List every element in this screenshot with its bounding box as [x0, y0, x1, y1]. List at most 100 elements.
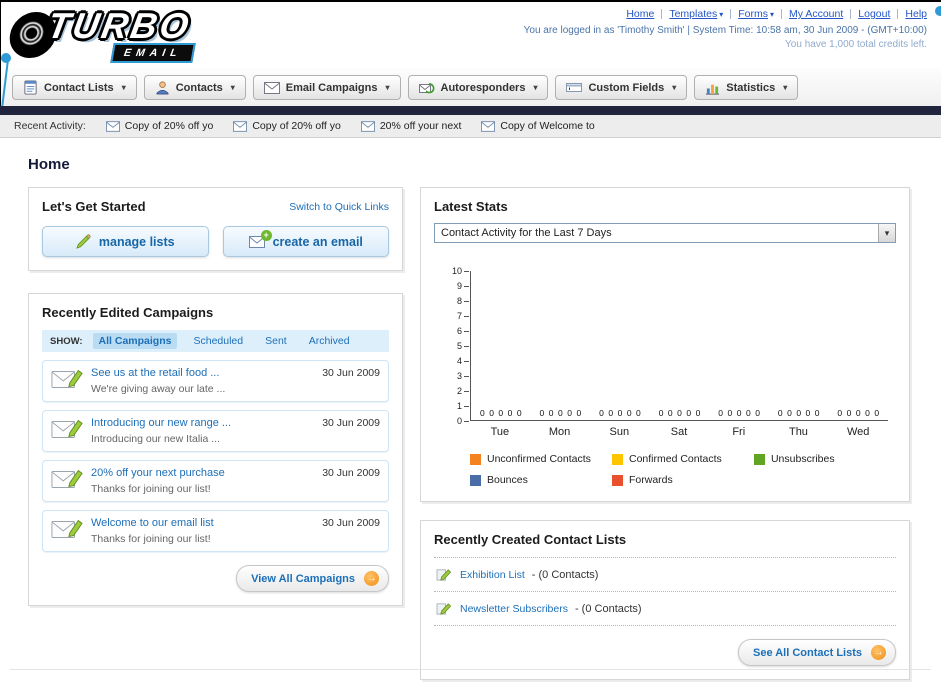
campaign-title-link[interactable]: See us at the retail food ... — [91, 367, 314, 379]
filter-archived[interactable]: Archived — [303, 333, 356, 349]
manage-lists-button[interactable]: manage lists — [42, 226, 209, 257]
legend-item: Bounces — [470, 474, 612, 486]
chevron-down-icon: ▾ — [533, 83, 538, 92]
top-link-home[interactable]: Home — [626, 8, 654, 20]
legend-swatch — [611, 474, 623, 486]
getting-started-title: Let's Get Started — [42, 199, 146, 214]
legend-item: Unconfirmed Contacts — [470, 453, 612, 465]
chevron-down-icon: ▾ — [121, 83, 126, 92]
divider — [661, 9, 663, 19]
divider — [850, 9, 852, 19]
legend-swatch — [470, 474, 481, 486]
chart-y-axis: 10 9 8 7 6 5 4 3 2 1 0 — [440, 266, 469, 426]
activity-item-label: Copy of Welcome to — [500, 120, 595, 132]
campaign-title-link[interactable]: Welcome to our email list — [91, 517, 314, 529]
recent-activity-item[interactable]: Copy of 20% off yo — [105, 120, 214, 132]
chevron-down-icon: ▾ — [230, 83, 235, 92]
chart-column: 00000 — [531, 271, 591, 420]
chart-column: 00000 — [709, 271, 769, 420]
activity-item-label: Copy of 20% off yo — [124, 120, 214, 132]
campaign-subtitle: Introducing our new Italia ... — [91, 433, 220, 445]
edit-campaign-icon — [51, 469, 83, 488]
legend-swatch — [611, 453, 623, 465]
login-info: You are logged in as 'Timothy Smith' | S… — [523, 25, 927, 36]
campaigns-filter-bar: SHOW: All Campaigns Scheduled Sent Archi… — [42, 330, 389, 352]
chart-x-axis: Tue Mon Sun Sat Fri Thu Wed — [470, 426, 888, 438]
edit-list-icon — [436, 569, 452, 581]
chevron-down-icon: ▾ — [769, 9, 774, 19]
campaign-title-link[interactable]: 20% off your next purchase — [91, 467, 314, 479]
page-title: Home — [28, 156, 70, 173]
y-axis-tick: 4 — [457, 356, 469, 366]
contact-list-link[interactable]: Newsletter Subscribers — [460, 603, 568, 615]
recent-contact-lists-panel: Recently Created Contact Lists Exhibitio… — [420, 520, 910, 680]
bar-value-labels: 00000 — [539, 408, 582, 418]
top-link-my-account[interactable]: My Account — [789, 8, 843, 20]
contact-list-row: Exhibition List - (0 Contacts) — [434, 558, 896, 592]
latest-stats-panel: Latest Stats Contact Activity for the La… — [420, 187, 910, 502]
getting-started-panel: Let's Get Started Switch to Quick Links … — [28, 187, 403, 271]
envelope-icon — [360, 120, 375, 132]
chevron-down-icon: ▾ — [719, 9, 724, 19]
see-all-contact-lists-button[interactable]: See All Contact Lists → — [737, 639, 896, 666]
campaign-subtitle: Thanks for joining our list! — [91, 533, 211, 545]
chart-column: 00000 — [828, 271, 888, 420]
contact-list-count: - (0 Contacts) — [531, 568, 599, 581]
email-campaigns-icon — [263, 81, 280, 94]
y-axis-tick: 8 — [457, 296, 469, 306]
tab-statistics[interactable]: Statistics ▾ — [694, 75, 799, 100]
top-link-help[interactable]: Help — [905, 8, 927, 20]
recent-activity-label: Recent Activity: — [14, 120, 86, 132]
recent-activity-item[interactable]: Copy of 20% off yo — [233, 120, 341, 132]
window-edge — [0, 2, 1, 106]
view-all-campaigns-button[interactable]: View All Campaigns → — [236, 565, 389, 592]
tab-contact-lists[interactable]: Contact Lists ▾ — [12, 75, 137, 100]
campaign-title-link[interactable]: Introducing our new range ... — [91, 417, 314, 429]
top-link-templates[interactable]: Templates — [669, 8, 717, 20]
contact-activity-chart: 10 9 8 7 6 5 4 3 2 1 0 000000000000000000000000000… — [452, 266, 888, 438]
tab-email-campaigns[interactable]: Email Campaigns ▾ — [252, 75, 401, 100]
create-email-button[interactable]: + create an email — [222, 226, 389, 257]
tab-autoresponders[interactable]: Autoresponders ▾ — [407, 75, 549, 100]
manage-lists-label: manage lists — [98, 234, 175, 249]
header-right: Home Templates ▾ Forms ▾ My Account Logo… — [524, 8, 927, 50]
stats-range-select[interactable]: Contact Activity for the Last 7 Days ▾ — [434, 223, 896, 243]
filter-all-campaigns[interactable]: All Campaigns — [92, 333, 178, 349]
contact-list-row: Newsletter Subscribers - (0 Contacts) — [434, 592, 896, 626]
y-axis-tick: 5 — [457, 341, 469, 351]
top-link-forms[interactable]: Forms — [738, 8, 768, 20]
contact-list-link[interactable]: Exhibition List — [460, 569, 525, 581]
recent-campaigns-panel: Recently Edited Campaigns SHOW: All Camp… — [28, 293, 403, 606]
switch-quick-links-link[interactable]: Switch to Quick Links — [289, 201, 389, 213]
recent-activity-item[interactable]: Copy of Welcome to — [481, 120, 595, 132]
edit-campaign-icon — [51, 419, 83, 438]
tab-custom-fields[interactable]: Custom Fields ▾ — [555, 75, 688, 100]
recent-activity-item[interactable]: 20% off your next — [360, 120, 461, 132]
campaign-subtitle: Thanks for joining our list! — [91, 483, 211, 495]
decorative-dot-right — [935, 6, 941, 16]
envelope-icon — [481, 120, 496, 132]
activity-item-label: Copy of 20% off yo — [252, 120, 341, 132]
top-link-logout[interactable]: Logout — [858, 8, 890, 20]
campaign-row: See us at the retail food ... We're givi… — [42, 360, 389, 402]
tab-label: Custom Fields — [588, 81, 665, 94]
y-axis-tick: 10 — [452, 266, 469, 276]
filter-scheduled[interactable]: Scheduled — [187, 333, 249, 349]
legend-item: Forwards — [611, 474, 754, 486]
campaigns-title: Recently Edited Campaigns — [42, 305, 214, 320]
bar-value-labels: 00000 — [777, 408, 820, 418]
tab-contacts[interactable]: Contacts ▾ — [143, 75, 246, 100]
chart-column: 00000 — [590, 271, 650, 420]
see-all-contact-lists-label: See All Contact Lists — [752, 646, 862, 659]
edit-campaign-icon — [51, 519, 83, 538]
bar-value-labels: 00000 — [718, 408, 760, 418]
statistics-icon — [706, 84, 720, 95]
arrow-right-icon: → — [364, 571, 379, 586]
top-nav: Home Templates ▾ Forms ▾ My Account Logo… — [524, 8, 927, 20]
contact-lists-list: Exhibition List - (0 Contacts) Newslette… — [434, 557, 896, 626]
x-axis-label: Sun — [609, 426, 630, 438]
legend-item: Confirmed Contacts — [611, 453, 754, 465]
y-axis-tick: 7 — [457, 311, 469, 321]
campaign-date: 30 Jun 2009 — [322, 417, 380, 429]
filter-sent[interactable]: Sent — [259, 333, 293, 349]
